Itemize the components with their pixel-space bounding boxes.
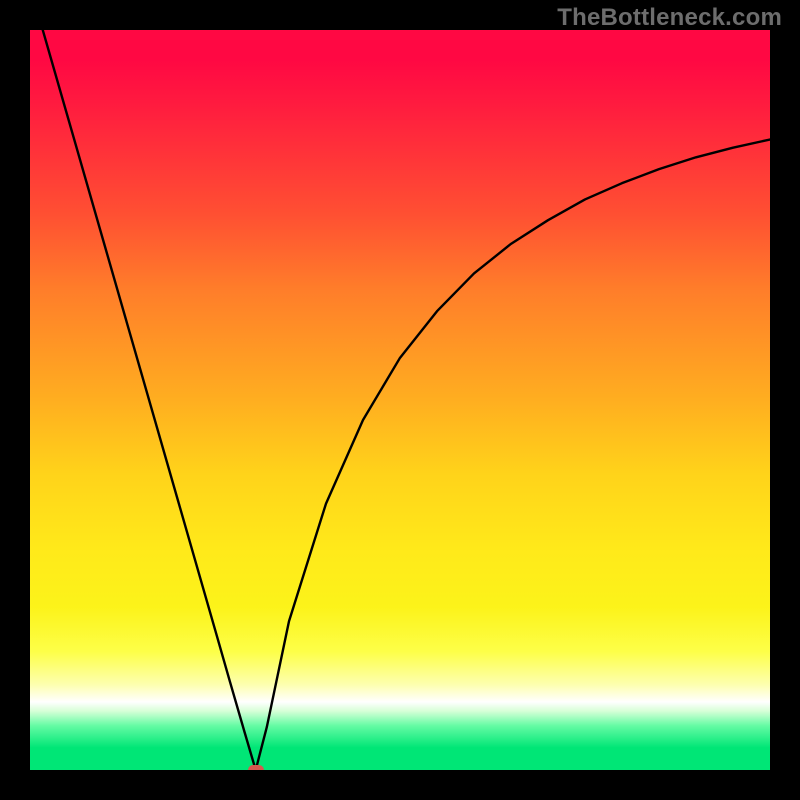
chart-frame: TheBottleneck.com: [0, 0, 800, 800]
plot-area: [30, 30, 770, 770]
optimum-marker-icon: [248, 765, 264, 770]
bottleneck-curve: [30, 30, 770, 770]
watermark-text: TheBottleneck.com: [557, 4, 782, 32]
